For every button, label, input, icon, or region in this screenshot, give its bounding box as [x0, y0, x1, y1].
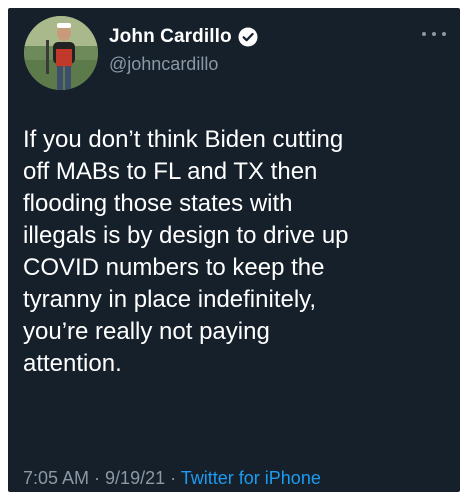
- tweet-time[interactable]: 7:05 AM: [23, 468, 89, 488]
- author-name-row: John Cardillo: [109, 24, 258, 50]
- tweet-source-link[interactable]: Twitter for iPhone: [181, 468, 321, 488]
- meta-separator: ·: [165, 468, 181, 488]
- more-icon[interactable]: [422, 26, 446, 42]
- tweet-card: John Cardillo @johncardillo If you don’t…: [8, 8, 460, 492]
- more-dot: [442, 32, 446, 36]
- avatar[interactable]: [24, 16, 98, 90]
- tweet-meta: 7:05 AM · 9/19/21 · Twitter for iPhone: [23, 468, 321, 489]
- author-display-name[interactable]: John Cardillo: [109, 26, 232, 48]
- tweet-date[interactable]: 9/19/21: [105, 468, 165, 488]
- more-dot: [422, 32, 426, 36]
- tweet-text: If you don’t think Biden cutting off MAB…: [23, 126, 349, 377]
- author-handle[interactable]: @johncardillo: [109, 54, 218, 75]
- verified-badge-icon: [238, 27, 258, 47]
- more-dot: [432, 32, 436, 36]
- meta-separator: ·: [89, 468, 106, 488]
- avatar-image: [24, 16, 98, 90]
